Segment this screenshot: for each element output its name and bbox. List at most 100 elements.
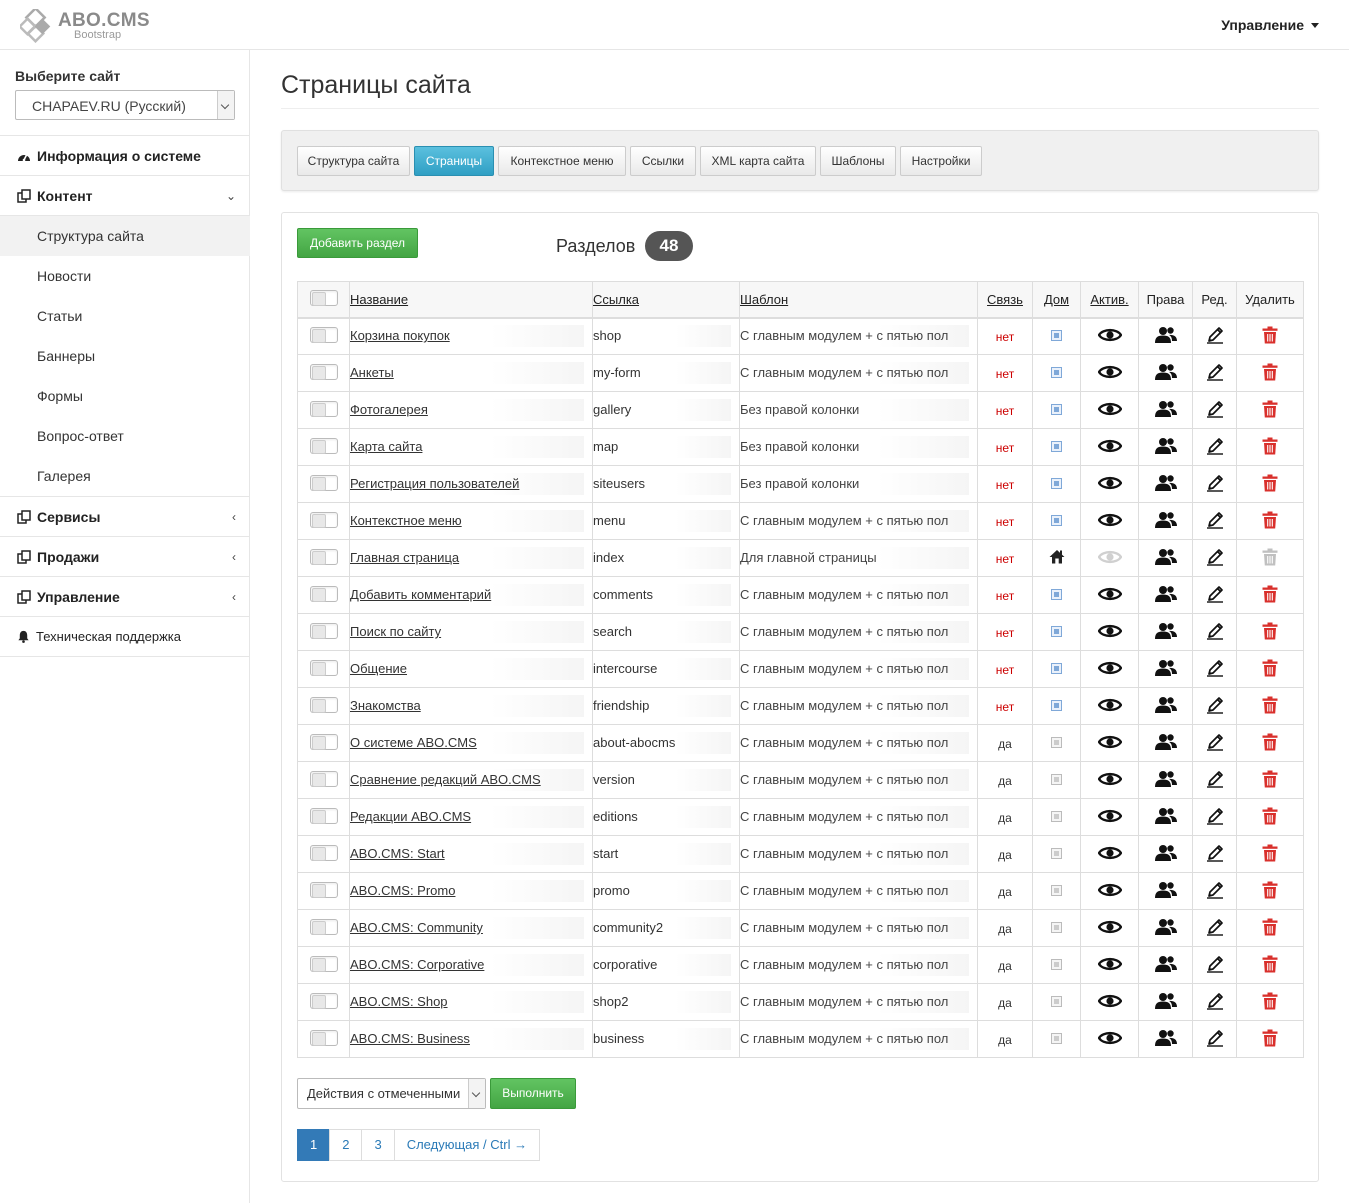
pencil-icon[interactable] bbox=[1206, 733, 1224, 754]
row-template-field[interactable]: С главным модулем + с пятью пол bbox=[740, 843, 969, 865]
row-link-cell[interactable]: editions bbox=[592, 798, 740, 836]
pencil-icon[interactable] bbox=[1206, 696, 1224, 717]
sort-link-link[interactable]: Ссылка bbox=[593, 292, 639, 307]
row-delete-cell[interactable] bbox=[1236, 946, 1304, 984]
row-home-cell[interactable] bbox=[1032, 835, 1081, 873]
row-rights-cell[interactable] bbox=[1138, 465, 1193, 503]
row-relation-value[interactable]: нет bbox=[996, 441, 1014, 455]
row-name-link[interactable]: ABO.CMS: Community bbox=[350, 917, 584, 939]
row-template-cell[interactable]: С главным модулем + с пятью пол bbox=[739, 724, 978, 762]
eye-icon[interactable] bbox=[1097, 772, 1122, 790]
row-relation-cell[interactable]: нет bbox=[977, 576, 1033, 614]
row-link-field[interactable]: comments bbox=[593, 584, 731, 606]
row-edit-cell[interactable] bbox=[1192, 909, 1237, 947]
row-relation-cell[interactable]: да bbox=[977, 761, 1033, 799]
row-name-cell[interactable]: Общение bbox=[349, 650, 593, 688]
row-select-cell[interactable] bbox=[297, 724, 350, 762]
row-link-cell[interactable]: comments bbox=[592, 576, 740, 614]
row-template-field[interactable]: Без правой колонки bbox=[740, 399, 969, 421]
row-link-field[interactable]: version bbox=[593, 769, 731, 791]
row-select-cell[interactable] bbox=[297, 835, 350, 873]
row-select-cell[interactable] bbox=[297, 909, 350, 947]
pencil-icon[interactable] bbox=[1206, 622, 1224, 643]
pencil-icon[interactable] bbox=[1206, 363, 1224, 384]
set-home-icon[interactable] bbox=[1051, 958, 1062, 970]
row-relation-cell[interactable]: да bbox=[977, 983, 1033, 1021]
row-relation-cell[interactable]: нет bbox=[977, 687, 1033, 725]
row-link-field[interactable]: editions bbox=[593, 806, 731, 828]
row-select-toggle[interactable] bbox=[309, 992, 338, 1009]
row-select-toggle[interactable] bbox=[309, 511, 338, 528]
row-template-cell[interactable]: Без правой колонки bbox=[739, 465, 978, 503]
row-name-cell[interactable]: ABO.CMS: Corporative bbox=[349, 946, 593, 984]
row-name-cell[interactable]: ABO.CMS: Promo bbox=[349, 872, 593, 910]
sort-home-link[interactable]: Дом bbox=[1044, 292, 1069, 307]
users-icon[interactable] bbox=[1154, 881, 1177, 902]
row-delete-cell[interactable] bbox=[1236, 687, 1304, 725]
trash-icon[interactable] bbox=[1262, 733, 1278, 754]
sort-active-link[interactable]: Актив. bbox=[1090, 292, 1128, 307]
row-rights-cell[interactable] bbox=[1138, 946, 1193, 984]
eye-icon[interactable] bbox=[1097, 587, 1122, 605]
set-home-icon[interactable] bbox=[1051, 699, 1062, 711]
trash-icon[interactable] bbox=[1262, 474, 1278, 495]
row-relation-value[interactable]: нет bbox=[996, 404, 1014, 418]
row-active-cell[interactable] bbox=[1080, 946, 1139, 984]
row-link-field[interactable]: map bbox=[593, 436, 731, 458]
trash-icon[interactable] bbox=[1262, 511, 1278, 532]
row-name-cell[interactable]: Регистрация пользователей bbox=[349, 465, 593, 503]
row-relation-cell[interactable]: да bbox=[977, 724, 1033, 762]
row-link-field[interactable]: friendship bbox=[593, 695, 731, 717]
row-delete-cell[interactable] bbox=[1236, 317, 1304, 355]
row-template-field[interactable]: С главным модулем + с пятью пол bbox=[740, 991, 969, 1013]
sort-name-link[interactable]: Название bbox=[350, 292, 408, 307]
row-active-cell[interactable] bbox=[1080, 613, 1139, 651]
row-home-cell[interactable] bbox=[1032, 613, 1081, 651]
set-home-icon[interactable] bbox=[1051, 440, 1062, 452]
row-active-cell[interactable] bbox=[1080, 428, 1139, 466]
pencil-icon[interactable] bbox=[1206, 992, 1224, 1013]
row-link-cell[interactable]: search bbox=[592, 613, 740, 651]
sidebar-item-management[interactable]: Управление ‹ bbox=[0, 577, 250, 617]
row-edit-cell[interactable] bbox=[1192, 613, 1237, 651]
trash-icon[interactable] bbox=[1262, 659, 1278, 680]
row-select-cell[interactable] bbox=[297, 576, 350, 614]
row-active-cell[interactable] bbox=[1080, 983, 1139, 1021]
sidebar-item-content[interactable]: Контент ⌄ bbox=[0, 176, 250, 216]
set-home-icon[interactable] bbox=[1051, 625, 1062, 637]
row-template-cell[interactable]: С главным модулем + с пятью пол bbox=[739, 576, 978, 614]
row-template-field[interactable]: Без правой колонки bbox=[740, 473, 969, 495]
row-link-cell[interactable]: gallery bbox=[592, 391, 740, 429]
row-delete-cell[interactable] bbox=[1236, 835, 1304, 873]
row-active-cell[interactable] bbox=[1080, 576, 1139, 614]
row-relation-value[interactable]: да bbox=[998, 811, 1012, 825]
row-relation-value[interactable]: нет bbox=[996, 626, 1014, 640]
logo[interactable]: ABO.CMS Bootstrap bbox=[20, 7, 160, 45]
site-select[interactable]: CHAPAEV.RU (Русский) bbox=[15, 90, 235, 120]
row-template-field[interactable]: С главным модулем + с пятью пол bbox=[740, 880, 969, 902]
row-template-field[interactable]: С главным модулем + с пятью пол bbox=[740, 695, 969, 717]
row-delete-cell[interactable] bbox=[1236, 613, 1304, 651]
eye-icon[interactable] bbox=[1097, 328, 1122, 346]
sidebar-subitem-faq[interactable]: Вопрос-ответ bbox=[0, 416, 250, 456]
row-active-cell[interactable] bbox=[1080, 724, 1139, 762]
pencil-icon[interactable] bbox=[1206, 770, 1224, 791]
row-name-link[interactable]: Регистрация пользователей bbox=[350, 473, 584, 495]
sidebar-subitem-gallery[interactable]: Галерея bbox=[0, 456, 250, 496]
row-home-cell[interactable] bbox=[1032, 724, 1081, 762]
row-link-field[interactable]: intercourse bbox=[593, 658, 731, 680]
row-template-field[interactable]: С главным модулем + с пятью пол bbox=[740, 510, 969, 532]
row-name-cell[interactable]: Добавить комментарий bbox=[349, 576, 593, 614]
row-rights-cell[interactable] bbox=[1138, 317, 1193, 355]
row-name-link[interactable]: ABO.CMS: Start bbox=[350, 843, 584, 865]
pencil-icon[interactable] bbox=[1206, 955, 1224, 976]
row-home-cell[interactable] bbox=[1032, 983, 1081, 1021]
trash-icon[interactable] bbox=[1262, 400, 1278, 421]
users-icon[interactable] bbox=[1154, 474, 1177, 495]
row-relation-value[interactable]: да bbox=[998, 959, 1012, 973]
row-name-cell[interactable]: ABO.CMS: Start bbox=[349, 835, 593, 873]
row-edit-cell[interactable] bbox=[1192, 428, 1237, 466]
row-edit-cell[interactable] bbox=[1192, 835, 1237, 873]
row-delete-cell[interactable] bbox=[1236, 1020, 1304, 1058]
row-name-cell[interactable]: Знакомства bbox=[349, 687, 593, 725]
